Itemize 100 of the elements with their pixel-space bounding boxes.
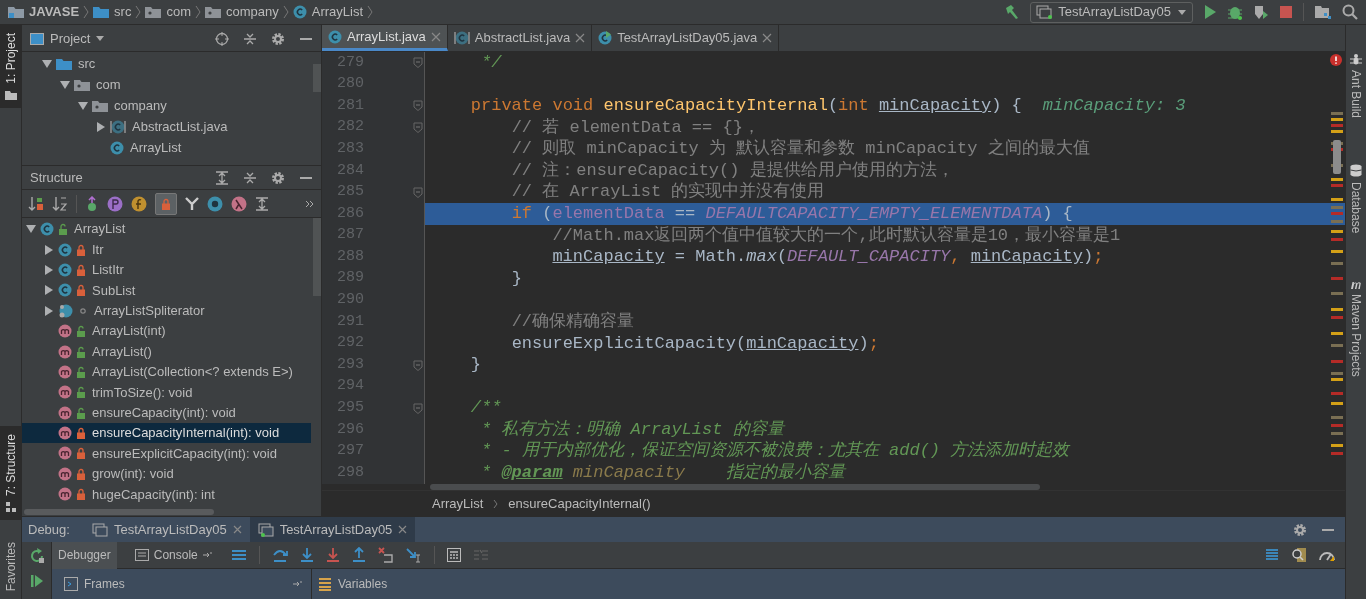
tree-item[interactable]: ArrayList — [22, 219, 311, 240]
tree-item[interactable]: src — [22, 53, 311, 74]
fold-marker-icon[interactable] — [413, 57, 423, 69]
collapsed-arrow-icon[interactable] — [44, 264, 54, 275]
run-icon[interactable] — [1203, 4, 1217, 20]
tree-item[interactable]: ArrayList(int) — [22, 320, 311, 342]
collapsed-arrow-icon[interactable] — [96, 121, 106, 132]
tree-item[interactable]: ArrayList — [22, 137, 311, 158]
fold-marker-icon[interactable] — [413, 359, 423, 371]
panel-view-dropdown[interactable]: Project — [30, 29, 105, 49]
evaluate-expression-icon[interactable] — [446, 548, 461, 562]
more-icon[interactable] — [305, 199, 315, 208]
fold-marker-icon[interactable] — [413, 122, 423, 134]
close-icon[interactable] — [430, 31, 441, 42]
resume-icon[interactable] — [29, 574, 44, 588]
breadcrumb-item[interactable]: company — [205, 1, 279, 23]
scrollbar-thumb[interactable] — [430, 483, 1040, 490]
sort-alphabetically-icon[interactable] — [52, 195, 68, 212]
restore-layout-icon[interactable] — [1265, 548, 1279, 562]
project-structure-icon[interactable] — [1314, 4, 1332, 20]
expanded-arrow-icon[interactable] — [60, 79, 70, 90]
show-non-public-toggle[interactable] — [155, 192, 177, 215]
show-inherited-icon[interactable] — [85, 195, 99, 212]
drop-frame-icon[interactable] — [377, 547, 394, 563]
lambda-icon[interactable] — [231, 195, 247, 212]
show-execution-point-icon[interactable] — [230, 548, 247, 562]
step-over-icon[interactable] — [271, 547, 288, 563]
search-icon[interactable] — [1342, 4, 1358, 20]
tree-item[interactable]: ListItr — [22, 259, 311, 281]
hierarchy-icon[interactable] — [185, 196, 199, 211]
anonymous-class-icon[interactable] — [207, 195, 223, 212]
run-to-cursor-icon[interactable] — [405, 547, 422, 563]
settings-search-icon[interactable] — [1291, 547, 1307, 563]
tree-item[interactable]: grow(int): void — [22, 463, 311, 485]
tree-item[interactable]: Itr — [22, 239, 311, 260]
step-out-icon[interactable] — [351, 547, 366, 563]
tool-window-button[interactable]: 1: Project — [0, 25, 21, 108]
tool-window-button[interactable]: Ant Build — [1347, 53, 1365, 119]
tool-window-button[interactable]: 7: Structure — [0, 425, 21, 520]
expand-all-icon[interactable] — [215, 170, 229, 185]
debug-session-tab[interactable]: TestArrayListDay05 — [83, 517, 250, 542]
expand-all-icon[interactable] — [255, 196, 269, 211]
settings-icon[interactable] — [271, 32, 285, 46]
tree-item[interactable]: company — [22, 95, 311, 116]
pin-icon[interactable] — [293, 580, 303, 588]
properties-icon[interactable] — [107, 195, 123, 212]
tool-window-button[interactable]: Maven Projects — [1347, 279, 1365, 378]
scrollbar-thumb[interactable] — [313, 64, 321, 92]
tool-window-button[interactable]: Database — [1347, 164, 1365, 234]
expanded-arrow-icon[interactable] — [26, 224, 36, 235]
sort-by-visibility-icon[interactable] — [28, 195, 44, 212]
stop-icon[interactable] — [1279, 5, 1293, 19]
tree-item[interactable]: ArrayList(Collection<? extends E>) — [22, 361, 311, 383]
hammer-icon[interactable] — [1004, 4, 1021, 20]
fold-marker-icon[interactable] — [413, 402, 423, 414]
settings-icon[interactable] — [271, 170, 285, 185]
tool-window-button[interactable]: Favorites — [0, 533, 21, 599]
tree-item[interactable]: ArrayList() — [22, 341, 311, 362]
force-step-into-icon[interactable] — [325, 547, 340, 563]
run-configuration-dropdown[interactable]: TestArrayListDay05 — [1030, 1, 1193, 23]
expanded-arrow-icon[interactable] — [78, 100, 88, 111]
breadcrumb-item[interactable]: com — [145, 1, 191, 23]
collapse-all-icon[interactable] — [243, 32, 257, 46]
tree-item[interactable]: ensureCapacity(int): void — [22, 402, 311, 423]
tree-item[interactable]: com — [22, 74, 311, 95]
scrollbar-thumb[interactable] — [24, 509, 214, 515]
rerun-icon[interactable] — [28, 548, 45, 564]
breadcrumb-item[interactable]: JAVASE — [8, 1, 80, 23]
editor-tab[interactable]: TestArrayListDay05.java — [592, 25, 780, 51]
debugger-view-tab[interactable]: Console — [128, 541, 219, 569]
tree-item[interactable]: ensureCapacityInternal(int): void — [22, 422, 311, 444]
tree-item[interactable]: trimToSize(): void — [22, 382, 311, 403]
pin-icon[interactable] — [202, 551, 213, 559]
tree-item[interactable]: ensureExplicitCapacity(int): void — [22, 443, 311, 464]
step-into-icon[interactable] — [299, 547, 314, 563]
settings-icon[interactable] — [1293, 522, 1307, 537]
breadcrumb-item[interactable]: ensureCapacityInternal() — [508, 493, 651, 514]
close-icon[interactable] — [232, 525, 242, 534]
tree-item[interactable]: AbstractList.java — [22, 116, 311, 137]
debugger-view-tab[interactable]: Debugger — [52, 541, 117, 569]
locate-icon[interactable] — [215, 32, 229, 46]
breadcrumb-item[interactable]: src — [93, 1, 132, 23]
tree-item[interactable]: hugeCapacity(int): int — [22, 484, 311, 505]
coverage-shield-icon[interactable] — [1253, 4, 1269, 20]
collapsed-arrow-icon[interactable] — [44, 244, 54, 255]
tree-item[interactable]: SubList — [22, 280, 311, 301]
close-icon[interactable] — [762, 33, 773, 43]
collapsed-arrow-icon[interactable] — [44, 285, 54, 296]
breadcrumb-item[interactable]: ArrayList — [432, 493, 484, 514]
scrollbar-thumb[interactable] — [313, 218, 321, 296]
close-icon[interactable] — [398, 525, 408, 534]
expanded-arrow-icon[interactable] — [42, 58, 52, 69]
breadcrumb-item[interactable]: ArrayList — [292, 1, 364, 23]
collapse-all-icon[interactable] — [243, 170, 257, 185]
fold-marker-icon[interactable] — [413, 100, 423, 112]
fold-marker-icon[interactable] — [413, 186, 423, 198]
debug-session-tab[interactable]: TestArrayListDay05 — [249, 517, 416, 542]
editor-tab[interactable]: ArrayList.java — [322, 25, 448, 51]
debug-bug-icon[interactable] — [1227, 4, 1243, 20]
collapsed-arrow-icon[interactable] — [44, 305, 54, 316]
